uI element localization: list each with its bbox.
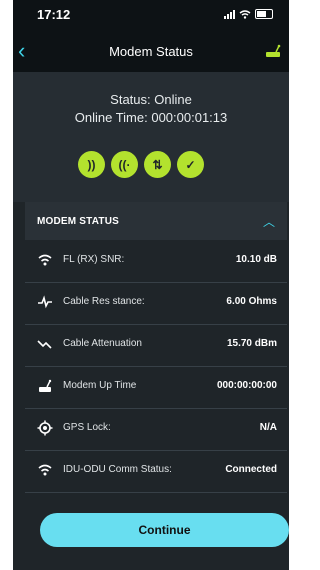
modem-status-panel: MODEM STATUS ︿ FL (RX) SNR: 10.10 dB Cab… — [25, 202, 287, 512]
gps-icon — [37, 420, 53, 436]
modem-device-icon[interactable] — [265, 44, 281, 58]
wifi-icon — [38, 254, 52, 266]
row-value: 000:00:00:00 — [216, 380, 277, 391]
status-bar: 17:12 — [13, 0, 289, 30]
row-label: IDU-ODU Comm Status: — [63, 464, 172, 475]
clock: 17:12 — [37, 7, 71, 22]
attenuation-icon — [37, 340, 52, 349]
modem-icon — [39, 379, 52, 392]
row-value: 10.10 dB — [235, 254, 277, 265]
row-value: N/A — [259, 422, 277, 433]
row-label: Modem Up Time — [63, 380, 137, 391]
pulse-icon — [38, 295, 52, 309]
list-item: Cable Attenuation 15.70 dBm — [25, 324, 287, 367]
online-time-text: Online Time: 000:00:01:13 — [74, 110, 228, 125]
list-item: Modem Up Time 000:00:00:00 — [25, 366, 287, 409]
row-value: Connected — [225, 464, 277, 475]
row-label: FL (RX) SNR: — [63, 254, 125, 265]
status-text: Status: Online — [110, 92, 192, 107]
system-icons — [224, 9, 273, 19]
wifi-icon — [38, 464, 52, 476]
radio-indicator-icon: ((· — [111, 151, 138, 178]
status-indicators: )) ((· ⇅ ✓ — [78, 151, 204, 178]
phone-screen: 17:12 ‹ Modem Status Status: Online Onli… — [13, 0, 289, 570]
list-item: Cable Res stance: 6.00 Ohms — [25, 282, 287, 325]
chevron-up-icon[interactable]: ︿ — [263, 213, 275, 230]
page-title: Modem Status — [109, 44, 193, 59]
battery-icon — [255, 9, 273, 19]
row-label: GPS Lock: — [63, 422, 111, 433]
panel-header[interactable]: MODEM STATUS ︿ — [25, 202, 287, 240]
list-item: IDU-ODU Comm Status: Connected — [25, 450, 287, 493]
list-item: FL (RX) SNR: 10.10 dB — [25, 240, 287, 283]
check-indicator-icon: ✓ — [177, 151, 204, 178]
row-value: 6.00 Ohms — [226, 296, 277, 307]
cellular-signal-icon — [224, 9, 235, 19]
row-label: Cable Res stance: — [63, 296, 145, 307]
row-value: 15.70 dBm — [226, 338, 277, 349]
status-summary: Status: Online Online Time: 000:00:01:13… — [13, 72, 289, 202]
wifi-status-icon — [239, 9, 251, 19]
panel-title: MODEM STATUS — [37, 216, 120, 227]
continue-button[interactable]: Continue — [40, 513, 289, 547]
transfer-indicator-icon: ⇅ — [144, 151, 171, 178]
row-label: Cable Attenuation — [63, 338, 142, 349]
list-item: GPS Lock: N/A — [25, 408, 287, 451]
navigation-bar: ‹ Modem Status — [13, 30, 289, 72]
signal-indicator-icon: )) — [78, 151, 105, 178]
